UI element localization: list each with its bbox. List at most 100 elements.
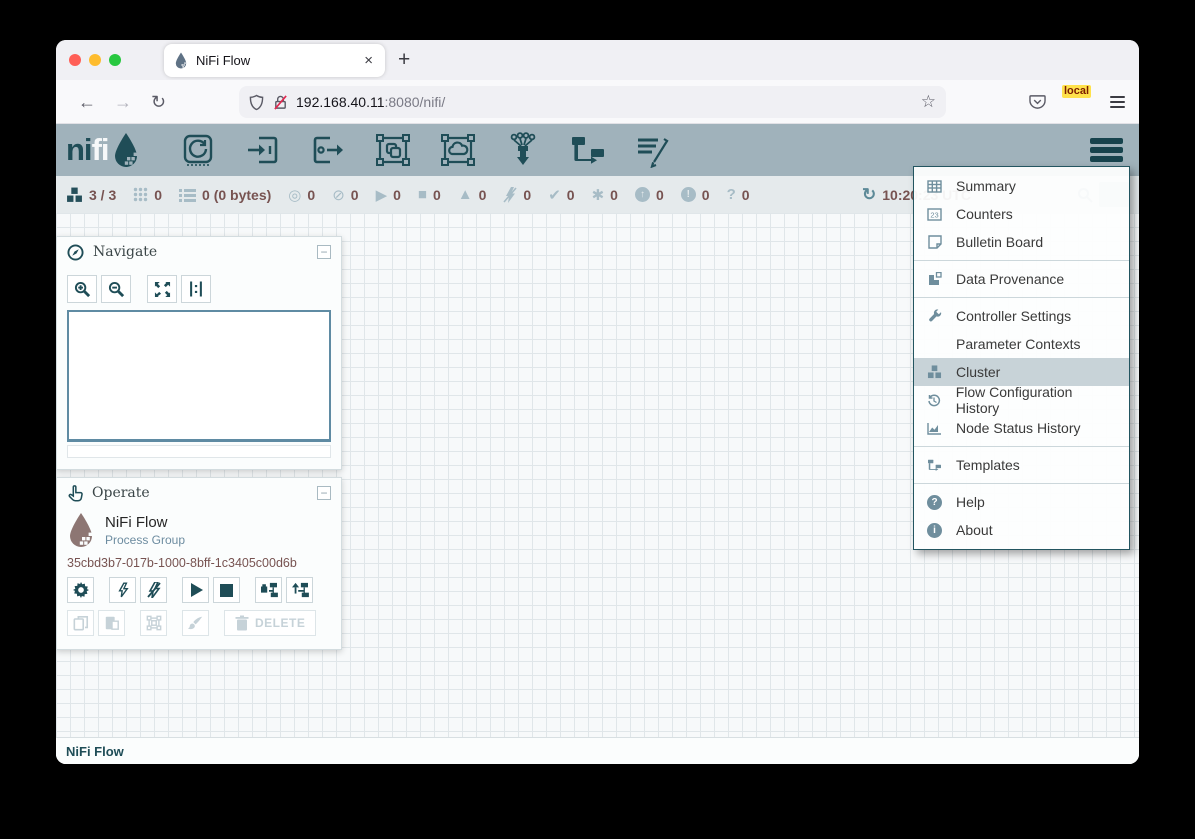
navigate-collapse-button[interactable]: − — [317, 245, 331, 259]
save-template-button[interactable] — [255, 577, 282, 603]
url-bar[interactable]: 192.168.40.11:8080/nifi/ ☆ — [239, 86, 946, 118]
output-port-icon[interactable] — [309, 131, 347, 169]
cubes-icon — [926, 365, 943, 379]
disabled-status: 0 — [503, 187, 531, 203]
nifi-logo-drop-icon — [111, 132, 141, 168]
menu-item-flow-configuration-history[interactable]: Flow Configuration History — [914, 386, 1129, 414]
chart-icon — [926, 422, 943, 435]
locally-modified-stale-status: ! 0 — [681, 187, 710, 203]
birdseye-brush[interactable] — [67, 445, 331, 458]
zoom-window-button[interactable] — [109, 54, 121, 66]
insecure-lock-icon[interactable] — [273, 94, 288, 111]
menu-item-about[interactable]: i About — [914, 516, 1129, 544]
menu-item-data-provenance[interactable]: Data Provenance — [914, 265, 1129, 293]
zoom-actual-button[interactable]: |:| — [181, 275, 211, 303]
menu-item-node-status-history[interactable]: Node Status History — [914, 414, 1129, 442]
running-status: ▶ 0 — [376, 186, 401, 204]
operate-panel: Operate − NiFi Flow Process Group 35cbd3… — [56, 477, 342, 650]
process-group-icon[interactable] — [374, 131, 412, 169]
menu-item-help[interactable]: ? Help — [914, 488, 1129, 516]
bookmark-star-icon[interactable]: ☆ — [921, 92, 936, 112]
disable-button[interactable] — [140, 577, 167, 603]
start-button[interactable] — [182, 577, 209, 603]
menu-item-bulletin-board[interactable]: Bulletin Board — [914, 228, 1129, 256]
configure-button[interactable] — [67, 577, 94, 603]
group-button[interactable] — [140, 610, 167, 636]
tab-close-icon[interactable]: × — [362, 52, 375, 69]
operate-buttons-row-1 — [57, 570, 341, 603]
sync-failure-icon: ? — [727, 186, 736, 203]
enable-button[interactable] — [109, 577, 136, 603]
forward-icon[interactable]: → — [114, 91, 132, 113]
minimize-window-button[interactable] — [89, 54, 101, 66]
tab-title: NiFi Flow — [196, 53, 362, 68]
nifi-logo-fi: fi — [92, 132, 109, 168]
fill-color-button[interactable] — [182, 610, 209, 636]
zoom-in-button[interactable] — [67, 275, 97, 303]
reload-icon[interactable]: ↻ — [151, 91, 166, 113]
up-to-date-icon: ✔ — [548, 186, 561, 204]
label-icon[interactable] — [634, 131, 672, 169]
global-menu: Summary 23 Counters Bulletin Board Data … — [913, 166, 1130, 550]
threads-icon — [133, 187, 148, 202]
svg-text:23: 23 — [930, 210, 938, 219]
refresh-icon[interactable]: ↻ — [862, 185, 876, 205]
browser-menu-icon[interactable] — [1110, 96, 1125, 108]
selected-flow-name: NiFi Flow — [105, 514, 185, 531]
locally-modified-icon: ✱ — [592, 186, 605, 204]
operate-panel-header[interactable]: Operate − — [57, 478, 341, 508]
navigate-panel-header[interactable]: Navigate − — [57, 237, 341, 267]
breadcrumb: NiFi Flow — [56, 737, 1139, 764]
locally-modified-status: ✱ 0 — [592, 186, 618, 204]
menu-divider — [914, 446, 1129, 447]
browser-navbar: ← → ↻ 192.168.40.11:8080/nifi/ ☆ local — [56, 80, 1139, 124]
menu-item-templates[interactable]: Templates — [914, 451, 1129, 479]
locally-modified-stale-icon: ! — [681, 187, 696, 202]
flow-id[interactable]: 35cbd3b7-017b-1000-8bff-1c3405c00d6b — [57, 548, 341, 570]
close-window-button[interactable] — [69, 54, 81, 66]
paste-button[interactable] — [98, 610, 125, 636]
zoom-fit-button[interactable] — [147, 275, 177, 303]
menu-item-counters[interactable]: 23 Counters — [914, 200, 1129, 228]
global-menu-icon[interactable] — [1090, 138, 1123, 162]
menu-item-summary[interactable]: Summary — [914, 172, 1129, 200]
nifi-app: nifi — [56, 124, 1139, 764]
processor-icon[interactable] — [179, 131, 217, 169]
profile-avatar[interactable]: local — [1066, 90, 1090, 114]
not-transmitting-status: ⊘ 0 — [332, 186, 358, 204]
template-icon[interactable] — [569, 131, 607, 169]
url-text[interactable]: 192.168.40.11:8080/nifi/ — [296, 94, 921, 110]
zoom-out-button[interactable] — [101, 275, 131, 303]
menu-item-parameter-contexts[interactable]: Parameter Contexts — [914, 330, 1129, 358]
shield-icon[interactable] — [249, 94, 264, 111]
about-icon: i — [926, 523, 943, 538]
navigate-panel: Navigate − |:| — [56, 236, 342, 470]
running-icon: ▶ — [376, 186, 388, 204]
copy-button[interactable] — [67, 610, 94, 636]
navigate-buttons: |:| — [57, 267, 341, 303]
upload-template-button[interactable] — [286, 577, 313, 603]
cluster-icon — [66, 187, 83, 203]
traffic-lights — [69, 54, 121, 66]
stopped-status: ■ 0 — [418, 186, 441, 203]
remote-process-group-icon[interactable] — [439, 131, 477, 169]
funnel-icon[interactable] — [504, 131, 542, 169]
menu-item-cluster[interactable]: Cluster — [914, 358, 1129, 386]
back-icon[interactable]: ← — [78, 91, 96, 113]
birdseye-view[interactable] — [67, 310, 331, 442]
threads-status: 0 — [133, 187, 162, 203]
operate-collapse-button[interactable]: − — [317, 486, 331, 500]
not-transmitting-icon: ⊘ — [332, 186, 345, 204]
menu-divider — [914, 483, 1129, 484]
breadcrumb-root[interactable]: NiFi Flow — [66, 744, 124, 759]
tab-favicon-nifi-drop-icon — [174, 52, 188, 69]
stop-button[interactable] — [213, 577, 240, 603]
input-port-icon[interactable] — [244, 131, 282, 169]
delete-button-label: DELETE — [255, 616, 305, 630]
menu-item-controller-settings[interactable]: Controller Settings — [914, 302, 1129, 330]
delete-button[interactable]: DELETE — [224, 610, 316, 636]
new-tab-button[interactable]: + — [398, 48, 410, 72]
browser-tab[interactable]: NiFi Flow × — [164, 44, 385, 77]
pocket-icon[interactable] — [1029, 94, 1046, 110]
template-menu-icon — [926, 459, 943, 472]
